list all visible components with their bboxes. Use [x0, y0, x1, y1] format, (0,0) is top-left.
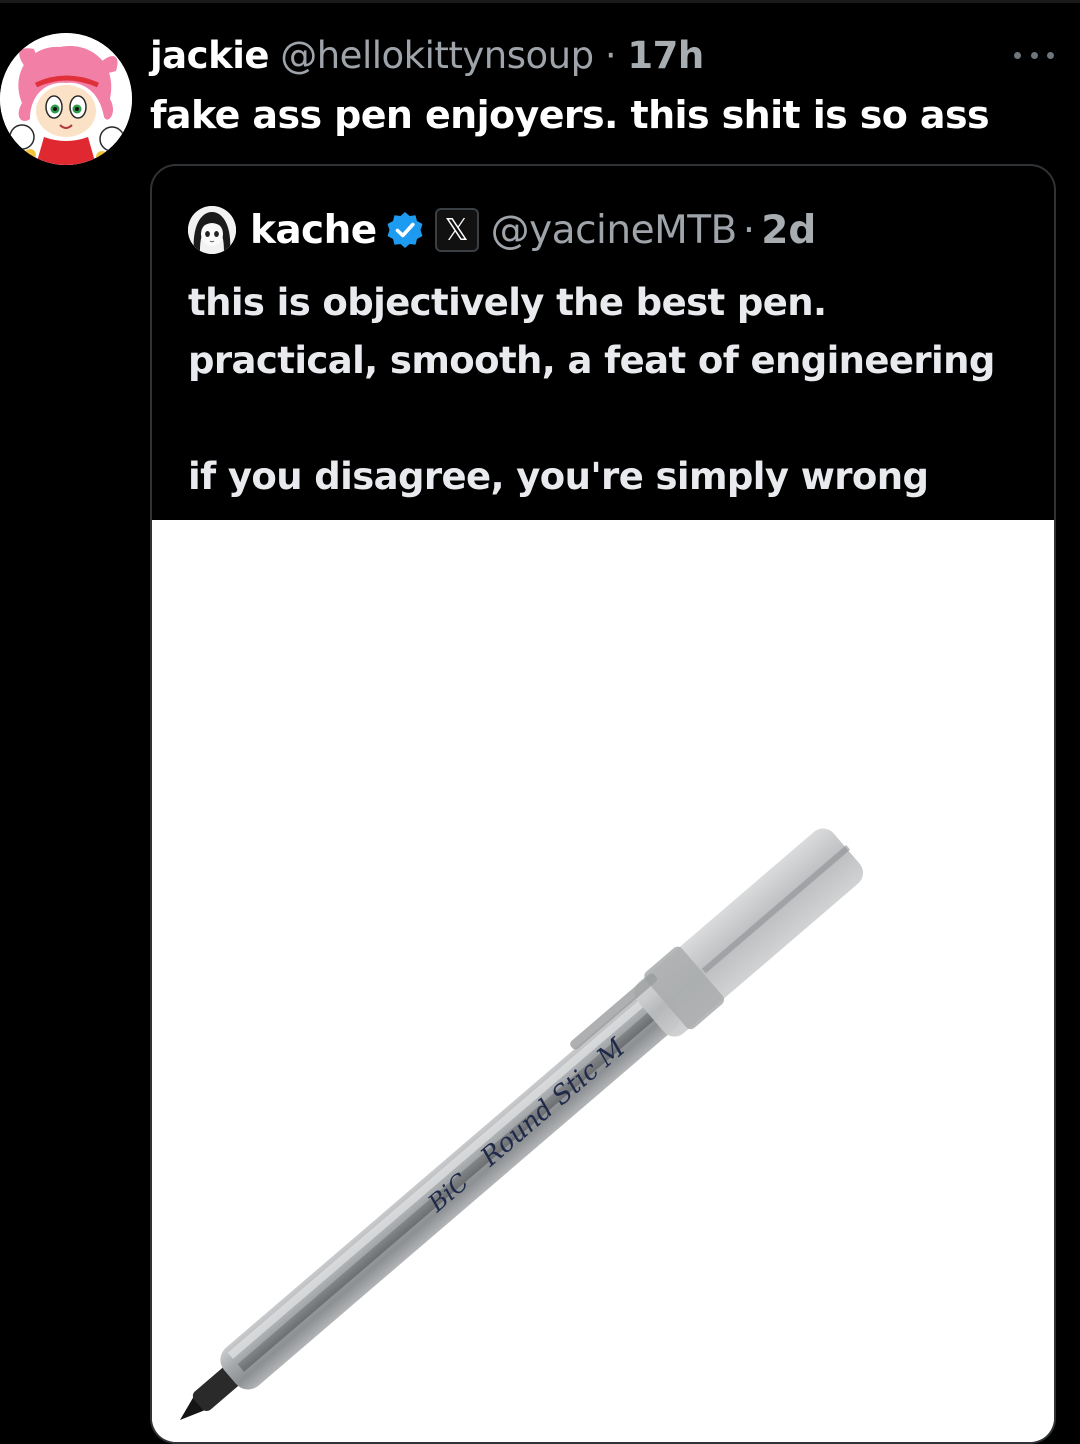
header-separator: ·: [604, 34, 617, 77]
quoted-text-line: if you disagree, you're simply wrong: [188, 455, 929, 498]
quoted-post-timestamp[interactable]: 2d: [761, 208, 816, 253]
x-affiliate-badge-icon: 𝕏: [434, 208, 479, 252]
quoted-text-line: practical, smooth, a feat of engineering: [188, 339, 995, 382]
verified-badge-icon: [387, 212, 423, 248]
quoted-author-handle[interactable]: @yacineMTB: [491, 208, 738, 253]
quoted-post-card[interactable]: kache 𝕏 @yacineMTB · 2d this is objectiv…: [150, 164, 1056, 1444]
quoted-author-avatar[interactable]: [188, 206, 236, 254]
quoted-header-separator: ·: [742, 207, 756, 253]
quoted-post-header: kache 𝕏 @yacineMTB · 2d: [188, 204, 816, 256]
avatar-illustration: [0, 33, 132, 165]
post-header: jackie @hellokittynsoup · 17h: [150, 34, 704, 78]
quoted-post-image[interactable]: BiC Round Stic M: [152, 520, 1054, 1442]
post-timestamp[interactable]: 17h: [627, 34, 704, 77]
quoted-text-line: this is objectively the best pen.: [188, 281, 827, 324]
more-horizontal-icon-dot: [1047, 51, 1054, 59]
more-options-button[interactable]: [1012, 40, 1056, 70]
post-text: fake ass pen enjoyers. this shit is so a…: [150, 93, 990, 137]
top-divider: [0, 0, 1080, 3]
author-handle[interactable]: @hellokittynsoup: [280, 34, 594, 77]
author-avatar[interactable]: [0, 33, 132, 165]
quoted-text-line: [188, 390, 1048, 448]
quoted-post-text: this is objectively the best pen. practi…: [188, 274, 1048, 506]
more-horizontal-icon-dot: [1030, 51, 1038, 59]
author-name[interactable]: jackie: [150, 34, 269, 77]
pen-image: BiC Round Stic M: [152, 520, 1054, 1442]
quoted-author-name[interactable]: kache: [250, 208, 377, 253]
quoted-avatar-illustration: [188, 206, 236, 254]
more-horizontal-icon: [1014, 51, 1021, 59]
